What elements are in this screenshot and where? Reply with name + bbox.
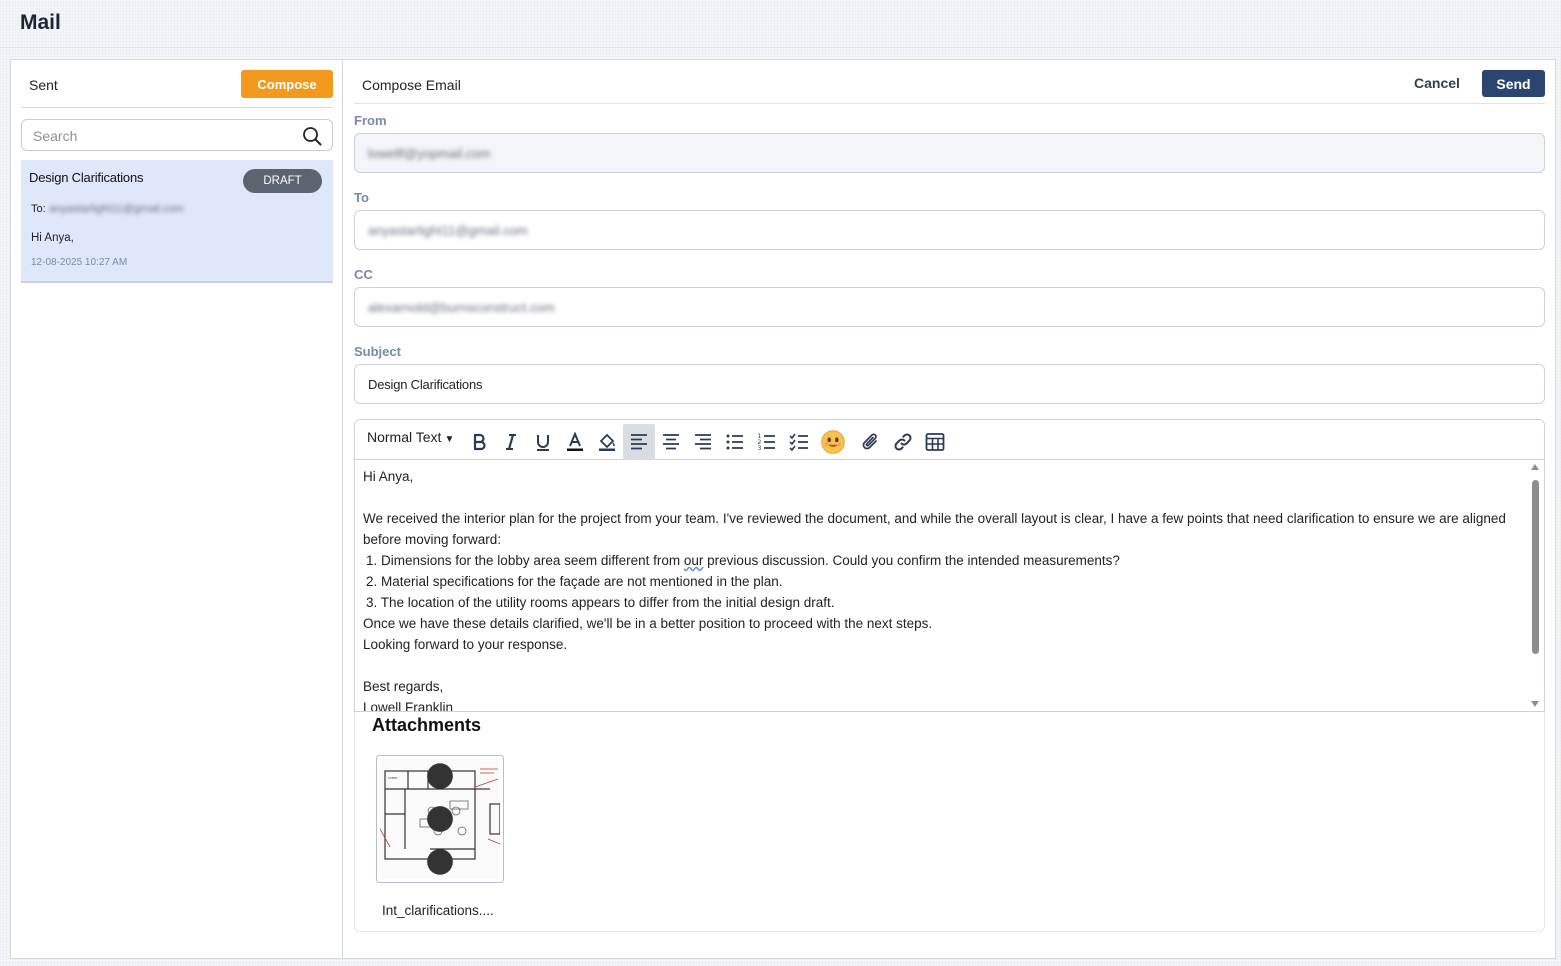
spellcheck-word: our <box>683 553 704 568</box>
body-list-item: 3. The location of the utility rooms app… <box>366 595 835 610</box>
top-bar: Mail <box>0 0 1561 48</box>
table-icon[interactable] <box>919 424 951 460</box>
checklist-icon[interactable] <box>783 424 815 460</box>
compose-title: Compose Email <box>362 77 461 93</box>
cc-label: CC <box>354 267 373 282</box>
divider <box>21 107 333 108</box>
mail-frame: Sent Compose Design Clarifications DRAFT… <box>10 59 1556 959</box>
body-text: 1. Dimensions for the lobby area seem di… <box>366 553 684 568</box>
body-outro: Looking forward to your response. <box>363 637 568 652</box>
mail-to-address: anyastarlight11@gmail.com <box>48 203 184 215</box>
body-intro: We received the interior plan for the pr… <box>363 511 1506 547</box>
body-spacer <box>363 487 1519 508</box>
scroll-down-arrow-icon[interactable] <box>1531 701 1539 707</box>
body-text: previous discussion. Could you confirm t… <box>703 553 1120 568</box>
align-left-icon[interactable] <box>623 424 655 460</box>
highlight-icon[interactable] <box>591 424 623 460</box>
mail-to-label: To: <box>31 203 46 215</box>
mail-list-panel: Sent Compose Design Clarifications DRAFT… <box>11 60 343 958</box>
body-greeting: Hi Anya, <box>363 469 414 484</box>
to-field[interactable]: anyastarlight11@gmail.com <box>354 210 1545 250</box>
text-style-value: Normal Text <box>367 429 442 445</box>
attachment-filename[interactable]: Int_clarifications.... <box>382 903 494 918</box>
search-input[interactable] <box>33 127 293 145</box>
subject-label: Subject <box>354 344 401 359</box>
compose-panel: Compose Email Cancel Send From lowellf@y… <box>344 60 1555 958</box>
from-label: From <box>354 113 387 128</box>
email-body[interactable]: Hi Anya, We received the interior plan f… <box>355 460 1527 711</box>
mail-subject: Design Clarifications <box>29 170 144 185</box>
body-list-item: 2. Material specifications for the façad… <box>366 574 783 589</box>
kebab-menu-icon[interactable] <box>380 759 500 879</box>
body-spacer <box>363 655 1519 676</box>
cc-field[interactable]: alexarnold@burnsconstruct.com <box>354 287 1545 327</box>
chevron-down-icon: ▼ <box>444 434 455 445</box>
bullet-list-icon[interactable] <box>719 424 751 460</box>
mail-recipient: To: anyastarlight11@gmail.com <box>31 203 184 215</box>
cancel-button[interactable]: Cancel <box>1414 75 1460 91</box>
search-box <box>21 119 333 151</box>
send-button[interactable]: Send <box>1482 70 1545 97</box>
attachment-thumbnail[interactable]: LOBBY RECEPTION <box>376 755 504 883</box>
underline-icon[interactable] <box>527 424 559 460</box>
align-right-icon[interactable] <box>687 424 719 460</box>
link-icon[interactable] <box>887 424 919 460</box>
mail-preview: Hi Anya, <box>31 232 74 244</box>
subject-value: Design Clarifications <box>368 377 483 392</box>
editor-scrollbar[interactable] <box>1527 460 1544 711</box>
from-value: lowellf@yopmail.com <box>368 146 491 161</box>
editor-toolbar: Normal Text ▼ 1 2 3 <box>355 420 1544 460</box>
body-signature: Lowell Franklin <box>363 700 454 711</box>
attach-icon[interactable] <box>855 424 887 460</box>
search-icon[interactable] <box>302 126 322 146</box>
bold-icon[interactable] <box>463 424 495 460</box>
app-title: Mail <box>20 11 61 34</box>
emoji-icon[interactable] <box>817 424 849 460</box>
body-closing: Best regards, <box>363 679 444 694</box>
to-value: anyastarlight11@gmail.com <box>368 223 528 238</box>
subject-field[interactable]: Design Clarifications <box>354 364 1545 404</box>
numbered-list-icon[interactable]: 123 <box>751 424 783 460</box>
body-list-item: 1. Dimensions for the lobby area seem di… <box>363 550 1519 571</box>
text-color-icon[interactable] <box>559 424 591 460</box>
align-center-icon[interactable] <box>655 424 687 460</box>
divider <box>354 103 1545 104</box>
scroll-thumb[interactable] <box>1532 480 1539 654</box>
body-outro: Once we have these details clarified, we… <box>363 616 933 631</box>
scroll-up-arrow-icon[interactable] <box>1531 464 1539 470</box>
mail-list-item[interactable]: Design Clarifications DRAFT To: anyastar… <box>21 160 333 283</box>
draft-badge: DRAFT <box>243 169 322 193</box>
to-label: To <box>354 190 369 205</box>
text-style-dropdown[interactable]: Normal Text ▼ <box>367 429 454 445</box>
attachments-section: Attachments LOBBY Int_clarifications.... <box>354 712 1545 932</box>
attachments-title: Attachments <box>372 715 482 735</box>
cc-value: alexarnold@burnsconstruct.com <box>368 300 555 315</box>
folder-label: Sent <box>29 77 58 93</box>
rich-text-editor: Normal Text ▼ 1 2 3 Hi Anya, We received… <box>354 419 1545 712</box>
from-field[interactable]: lowellf@yopmail.com <box>354 133 1545 173</box>
svg-text:3: 3 <box>758 445 762 452</box>
italic-icon[interactable] <box>495 424 527 460</box>
mail-date: 12-08-2025 10:27 AM <box>31 257 128 268</box>
compose-button[interactable]: Compose <box>241 70 333 98</box>
